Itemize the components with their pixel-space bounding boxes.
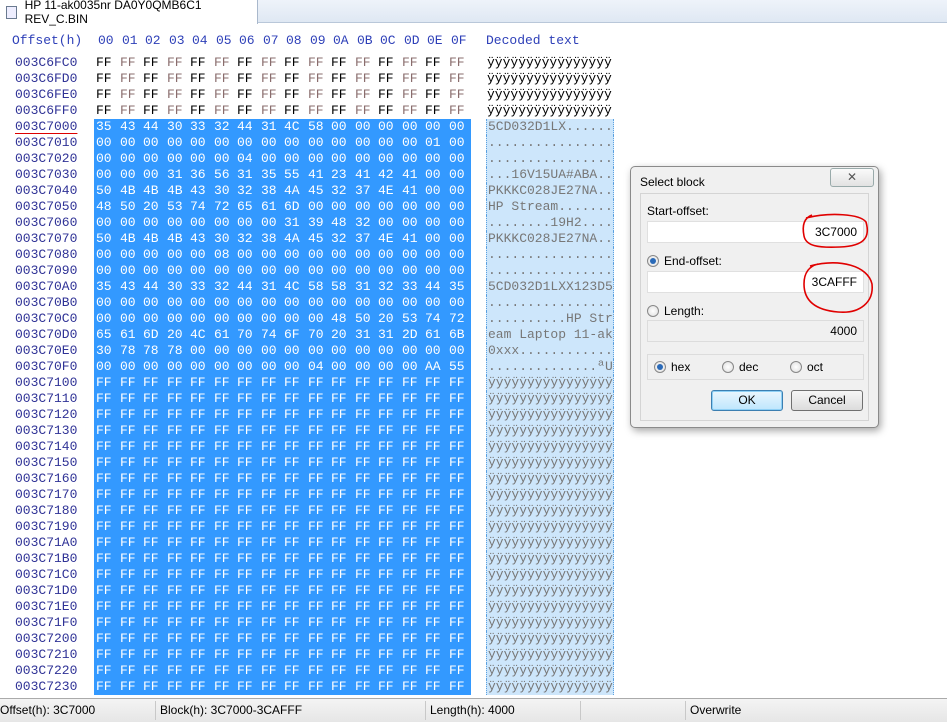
annotation-circle-end xyxy=(803,262,873,313)
status-bar: Offset(h): 3C7000 Block(h): 3C7000-3CAFF… xyxy=(0,698,947,722)
status-length: Length(h): 4000 xyxy=(430,703,515,717)
status-mode[interactable]: Overwrite xyxy=(690,703,741,717)
status-offset: Offset(h): 3C7000 xyxy=(0,703,96,717)
red-annotations xyxy=(802,213,873,313)
annotation-circle-start xyxy=(802,213,869,249)
status-block: Block(h): 3C7000-3CAFFF xyxy=(160,703,303,717)
